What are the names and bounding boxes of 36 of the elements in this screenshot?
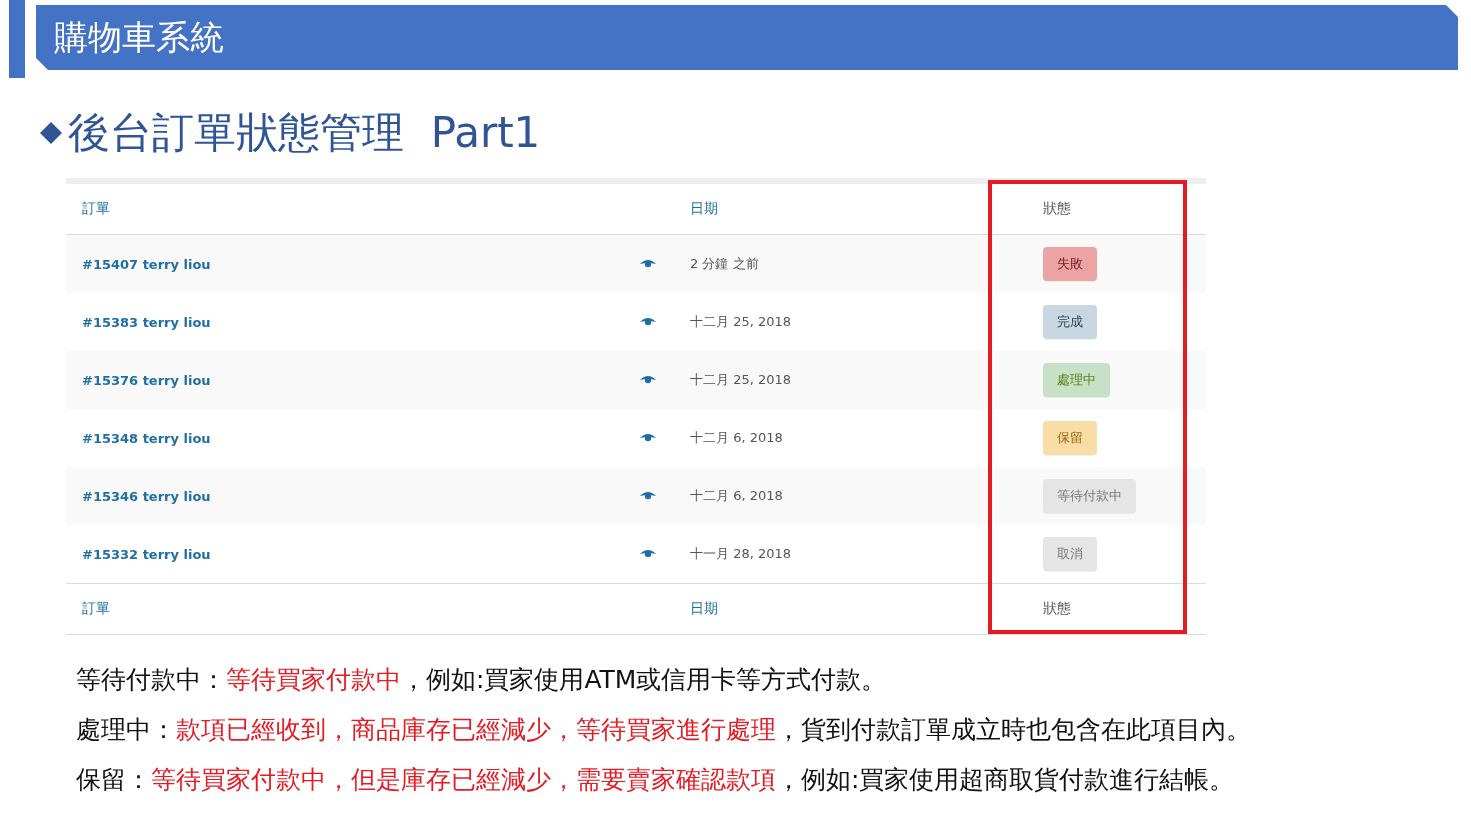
eye-icon[interactable]	[640, 491, 656, 501]
eye-icon[interactable]	[640, 259, 656, 269]
date-text: 十二月 25, 2018	[690, 371, 792, 389]
order-link[interactable]: #15383 terry liou	[82, 314, 211, 330]
order-link[interactable]: #15332 terry liou	[82, 546, 211, 562]
order-link[interactable]: #15376 terry liou	[82, 372, 211, 388]
status-badge: 完成	[1043, 305, 1097, 339]
order-link[interactable]: #15346 terry liou	[82, 488, 211, 504]
status-badge: 失敗	[1043, 247, 1097, 281]
status-badge: 等待付款中	[1043, 479, 1136, 513]
eye-icon[interactable]	[640, 375, 656, 385]
note-text: 處理中：款項已經收到，商品庫存已經減少，等待買家進行處理，貨到付款訂單成立時也包含在此項目內。	[76, 714, 1252, 746]
column-header[interactable]: 日期	[690, 600, 718, 618]
column-header[interactable]: 訂單	[82, 600, 110, 618]
status-badge: 處理中	[1043, 363, 1110, 397]
status-badge: 取消	[1043, 537, 1097, 571]
diamond-bullet-icon	[40, 122, 62, 144]
eye-icon[interactable]	[640, 549, 656, 559]
date-text: 十二月 25, 2018	[690, 313, 792, 331]
order-link[interactable]: #15348 terry liou	[82, 430, 211, 446]
column-header: 狀態	[1043, 200, 1071, 218]
slide-title: 購物車系統	[54, 15, 224, 59]
note-text: 等待付款中：等待買家付款中，例如:買家使用ATM或信用卡等方式付款。	[76, 664, 888, 696]
date-text: 十二月 6, 2018	[690, 429, 783, 447]
note-text: 保留：等待買家付款中，但是庫存已經減少，需要賣家確認款項，例如:買家使用超商取貨付款進行結帳。	[76, 764, 1236, 796]
date-text: 2 分鐘 之前	[690, 255, 759, 273]
column-header[interactable]: 日期	[690, 200, 718, 218]
status-badge: 保留	[1043, 421, 1097, 455]
order-link[interactable]: #15407 terry liou	[82, 256, 211, 272]
column-header[interactable]: 訂單	[82, 200, 110, 218]
column-header: 狀態	[1043, 600, 1071, 618]
eye-icon[interactable]	[640, 317, 656, 327]
section-heading: 後台訂單狀態管理 Part1	[68, 107, 541, 159]
date-text: 十一月 28, 2018	[690, 545, 792, 563]
date-text: 十二月 6, 2018	[690, 487, 783, 505]
eye-icon[interactable]	[640, 433, 656, 443]
